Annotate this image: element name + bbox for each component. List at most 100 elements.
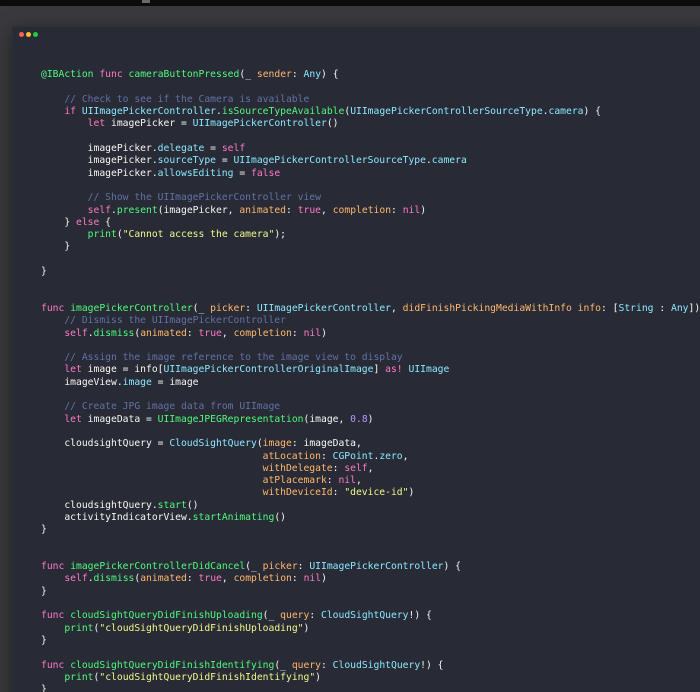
code-token: cloudSightQueryDidFinishUploading — [70, 610, 263, 622]
code-token: UIImagePickerController — [192, 118, 327, 130]
code-line: imageView.image = image — [41, 377, 700, 389]
code-token: print — [87, 229, 117, 241]
close-dot-icon[interactable] — [19, 32, 24, 37]
code-token: query — [280, 610, 310, 622]
code-token: CloudSightQuery — [321, 610, 409, 622]
code-line: // Dismiss the UIImagePickerController — [41, 315, 700, 327]
code-token: atPlacemark — [262, 475, 327, 487]
code-line: } — [41, 241, 700, 253]
code-token: startAnimating — [192, 511, 275, 523]
minimize-dot-icon[interactable] — [26, 32, 31, 37]
code-token: activityIndicatorView. — [41, 511, 193, 523]
code-token: } — [41, 266, 47, 278]
code-token: func — [99, 69, 123, 81]
code-token: (imagePicker, — [157, 204, 240, 216]
code-line: let image = info[UIImagePickerController… — [41, 364, 700, 376]
code-token: { — [99, 216, 112, 228]
top-menu-bar — [0, 0, 700, 6]
code-token: withDeviceId — [262, 487, 333, 499]
code-editor[interactable]: @IBAction func cameraButtonPressed(_ sen… — [41, 57, 700, 692]
code-token: () — [186, 499, 199, 511]
code-token: : — [291, 573, 304, 585]
code-token: allowsEditing — [157, 167, 234, 179]
code-token: nil — [303, 573, 322, 585]
code-line: func cloudSightQueryDidFinishIdentifying… — [41, 660, 700, 672]
code-token: (_ — [192, 302, 211, 314]
code-token: animated — [140, 327, 187, 339]
code-token: start — [157, 499, 187, 511]
code-token: : — [286, 204, 298, 216]
code-line: if UIImagePickerController.isSourceTypeA… — [41, 106, 700, 118]
code-token: (_ — [274, 659, 292, 671]
code-token: completion — [233, 573, 292, 585]
zoom-dot-icon[interactable] — [33, 32, 38, 37]
code-token: sourceType — [157, 155, 216, 167]
code-token: image — [122, 376, 152, 388]
code-token: (image, — [303, 413, 351, 425]
code-token: query — [291, 659, 321, 671]
code-token: completion — [332, 204, 392, 216]
code-token: : — [391, 204, 403, 216]
code-token: : — [309, 610, 321, 622]
code-line: print("cloudSightQueryDidFinishIdentifyi… — [41, 672, 700, 684]
code-token: : — [297, 561, 310, 573]
code-token: didFinishPickingMediaWithInfo — [402, 302, 572, 314]
code-token: UIImagePickerControllerOriginalImage — [163, 364, 374, 376]
code-token: ) — [303, 622, 310, 634]
code-token: UIImagePickerController — [309, 561, 444, 573]
code-token: : — [320, 450, 333, 462]
code-token: false — [250, 167, 281, 179]
code-token: self — [64, 573, 88, 585]
code-line: } — [41, 266, 700, 278]
code-token: ) — [321, 573, 327, 585]
code-token: self — [344, 462, 368, 474]
code-token: } — [41, 634, 47, 646]
code-token: : — [186, 573, 199, 585]
code-token: : — [245, 302, 257, 314]
code-token: // Show the UIImagePickerController view — [87, 192, 321, 204]
code-line: imagePicker.allowsEditing = false — [41, 168, 700, 180]
code-token: "device-id" — [344, 487, 409, 499]
code-token: completion — [233, 327, 292, 339]
code-token: () — [274, 511, 286, 523]
code-token: func — [41, 302, 65, 314]
code-token: true — [198, 327, 222, 339]
code-line: } — [41, 524, 700, 536]
code-token: : [ — [601, 302, 619, 314]
code-token: let — [64, 364, 82, 376]
code-token: if — [64, 106, 77, 118]
code-token: } — [41, 241, 71, 253]
code-token: ) { — [321, 69, 339, 81]
code-token: CloudSightQuery — [169, 438, 257, 450]
code-token: , — [221, 327, 234, 339]
code-token: : — [653, 302, 671, 314]
code-token: present — [116, 204, 158, 216]
code-token: = image — [151, 376, 199, 388]
code-token: image — [262, 438, 292, 450]
code-line: atPlacemark: nil, — [41, 475, 700, 487]
code-token: = — [215, 155, 234, 167]
code-token: UIImagePickerControllerSourceType — [233, 155, 426, 167]
code-token: imagePicker. — [41, 155, 158, 167]
code-token: imageData = — [81, 413, 158, 425]
code-token: (_ — [245, 561, 263, 573]
code-token: imagePickerControllerDidCancel — [70, 561, 246, 573]
code-line: activityIndicatorView.startAnimating() — [41, 512, 700, 524]
code-token: dismiss — [93, 573, 135, 585]
code-token: , — [221, 573, 234, 585]
code-token: UIImage — [408, 364, 450, 376]
code-token: func — [41, 610, 65, 622]
code-line: print("Cannot access the camera"); — [41, 229, 700, 241]
code-line: // Check to see if the Camera is availab… — [41, 94, 700, 106]
code-token: ) { — [443, 561, 462, 573]
code-token: ) { — [583, 106, 602, 118]
code-token: , — [402, 450, 409, 462]
code-token: , — [391, 302, 403, 314]
